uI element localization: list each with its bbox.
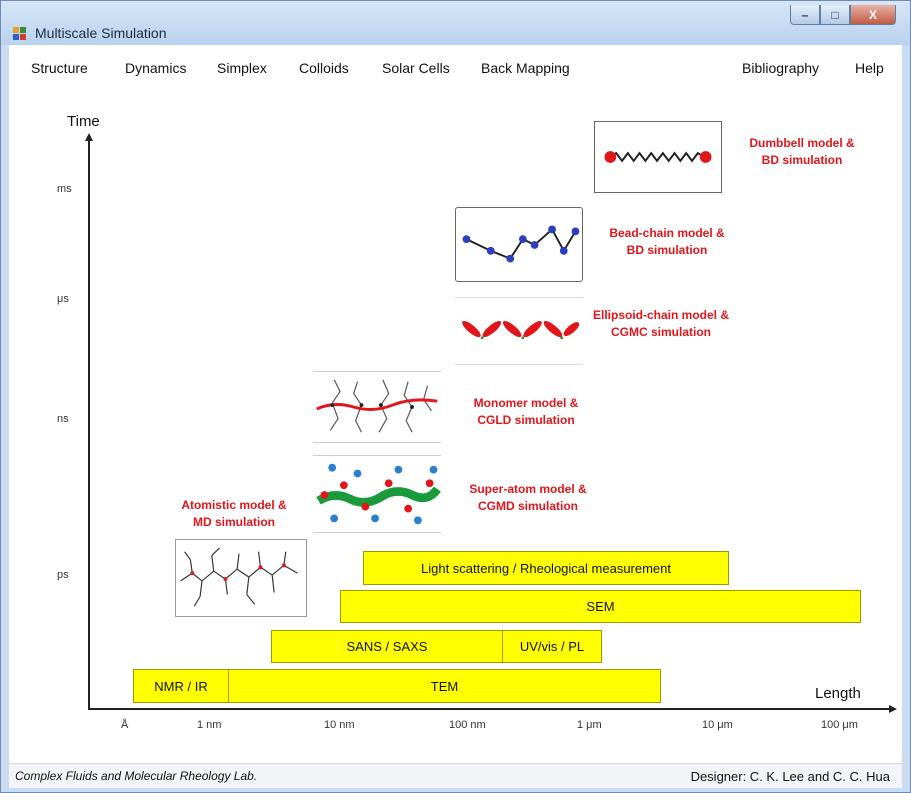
dumbbell-model-image bbox=[594, 121, 722, 193]
x-tick-1nm: 1 nm bbox=[197, 719, 222, 731]
y-axis-title: Time bbox=[67, 113, 100, 130]
atomistic-icon bbox=[180, 547, 298, 607]
y-tick-us: μs bbox=[57, 293, 69, 305]
super-atom-icon bbox=[316, 463, 441, 525]
menu-colloids[interactable]: Colloids bbox=[299, 60, 349, 76]
maximize-button[interactable]: □ bbox=[820, 5, 850, 25]
y-axis bbox=[88, 137, 90, 710]
x-axis bbox=[88, 708, 891, 710]
monomer-model-label: Monomer model & CGLD simulation bbox=[473, 396, 579, 427]
super-atom-model-label: Super-atom model & CGMD simulation bbox=[469, 482, 587, 513]
atomistic-model-image bbox=[175, 539, 307, 617]
app-window: Multiscale Simulation – □ X Structure Dy… bbox=[0, 0, 911, 793]
window-title: Multiscale Simulation bbox=[35, 25, 167, 41]
lab-name: Complex Fluids and Molecular Rheology La… bbox=[15, 769, 258, 783]
menu-help[interactable]: Help bbox=[855, 60, 884, 76]
menu-solar-cells[interactable]: Solar Cells bbox=[382, 60, 450, 76]
atomistic-model-label: Atomistic model & MD simulation bbox=[181, 498, 287, 529]
menu-structure[interactable]: Structure bbox=[31, 60, 88, 76]
window-controls: – □ X bbox=[790, 5, 896, 25]
ellipsoid-chain-model-label: Ellipsoid-chain model & CGMC simulation bbox=[592, 308, 729, 339]
x-tick-100um: 100 μm bbox=[821, 719, 858, 731]
nmr-ir-bar: NMR / IR bbox=[133, 669, 229, 703]
uv-vis-pl-bar: UV/vis / PL bbox=[502, 630, 602, 663]
status-bar: Complex Fluids and Molecular Rheology La… bbox=[9, 763, 902, 788]
menu-dynamics[interactable]: Dynamics bbox=[125, 60, 186, 76]
simulation-chart: Time Length ms μs ns ps Å 1 nm 10 nm 100… bbox=[9, 83, 902, 763]
sans-saxs-bar: SANS / SAXS bbox=[271, 630, 503, 663]
bead-chain-icon bbox=[462, 225, 580, 263]
title-bar[interactable]: Multiscale Simulation – □ X bbox=[1, 1, 910, 45]
monomer-icon bbox=[316, 379, 438, 433]
monomer-model-image bbox=[313, 371, 441, 443]
x-tick-1um: 1 μm bbox=[577, 719, 602, 731]
menu-bar: Structure Dynamics Simplex Colloids Sola… bbox=[9, 45, 902, 84]
light-scattering-bar: Light scattering / Rheological measureme… bbox=[363, 551, 729, 585]
y-tick-ns: ns bbox=[57, 413, 69, 425]
x-axis-arrow bbox=[889, 705, 897, 713]
designer-credit: Designer: C. K. Lee and C. C. Hua bbox=[690, 769, 890, 784]
app-icon bbox=[13, 27, 27, 41]
menu-simplex[interactable]: Simplex bbox=[217, 60, 267, 76]
x-tick-angstrom: Å bbox=[121, 719, 129, 731]
x-axis-title: Length bbox=[815, 685, 861, 702]
super-atom-model-image bbox=[313, 455, 441, 533]
dumbbell-model-label: Dumbbell model & BD simulation bbox=[749, 136, 855, 167]
menu-bibliography[interactable]: Bibliography bbox=[742, 60, 819, 76]
y-tick-ps: ps bbox=[57, 569, 69, 581]
sem-bar: SEM bbox=[340, 590, 861, 623]
x-tick-100nm: 100 nm bbox=[449, 719, 486, 731]
y-axis-arrow bbox=[85, 133, 93, 141]
bead-chain-model-image bbox=[455, 207, 583, 282]
dumbbell-icon bbox=[604, 151, 712, 163]
minimize-button[interactable]: – bbox=[790, 5, 820, 25]
x-tick-10um: 10 μm bbox=[702, 719, 733, 731]
y-tick-ms: ms bbox=[57, 183, 72, 195]
tem-bar: TEM bbox=[228, 669, 661, 703]
close-button[interactable]: X bbox=[850, 5, 896, 25]
bead-chain-model-label: Bead-chain model & BD simulation bbox=[609, 226, 725, 257]
x-tick-10nm: 10 nm bbox=[324, 719, 355, 731]
menu-back-mapping[interactable]: Back Mapping bbox=[481, 60, 570, 76]
